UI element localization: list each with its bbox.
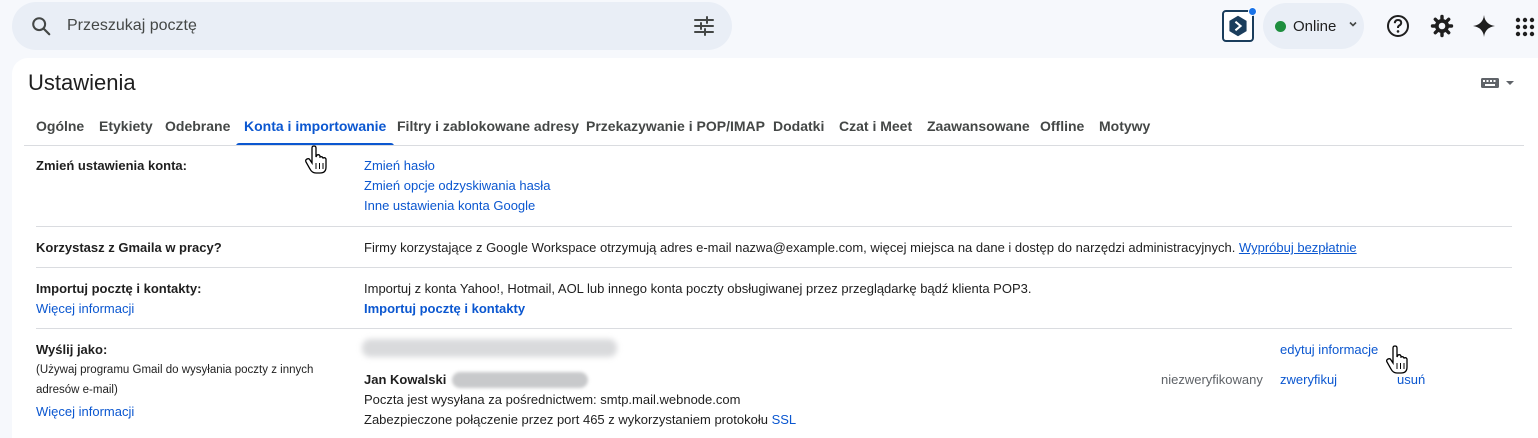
tab-offline[interactable]: Offline: [1040, 108, 1084, 146]
search-input[interactable]: Przeszukaj pocztę: [67, 17, 197, 35]
apps-grid-icon[interactable]: [1512, 12, 1536, 40]
google-account-settings-link[interactable]: Inne ustawienia konta Google: [364, 198, 535, 213]
filter-options-icon[interactable]: [692, 14, 716, 38]
tab-filtry[interactable]: Filtry i zablokowane adresy: [397, 108, 579, 146]
tab-odebrane[interactable]: Odebrane: [165, 108, 230, 146]
try-free-link[interactable]: Wypróbuj bezpłatnie: [1239, 240, 1357, 255]
gemini-sparkle-icon[interactable]: [1470, 12, 1498, 40]
smtp-info: Poczta jest wysyłana za pośrednictwem: s…: [364, 392, 741, 407]
send-as-description: (Używaj programu Gmail do wysyłania pocz…: [36, 364, 314, 396]
page-title: Ustawienia: [28, 70, 136, 95]
workspace-description: Firmy korzystające z Google Workspace ot…: [364, 240, 1357, 255]
import-label: Importuj pocztę i kontakty:: [36, 281, 202, 296]
search-icon[interactable]: [30, 15, 52, 37]
edit-info-link[interactable]: edytuj informacje: [1280, 342, 1378, 357]
hand-cursor-icon: [305, 145, 327, 174]
online-status-dot: [1275, 21, 1286, 32]
import-description: Importuj z konta Yahoo!, Hotmail, AOL lu…: [364, 281, 1032, 296]
status-selector[interactable]: Online: [1263, 3, 1364, 49]
import-more-info-link[interactable]: Więcej informacji: [36, 301, 134, 316]
extension-button[interactable]: [1222, 7, 1257, 42]
hand-cursor-icon: [1386, 345, 1408, 374]
settings-row-import: Importuj pocztę i kontakty: Więcej infor…: [36, 268, 1512, 329]
gear-icon[interactable]: [1428, 12, 1456, 40]
workspace-label: Korzystasz z Gmaila w pracy?: [36, 240, 222, 255]
tab-etykiety[interactable]: Etykiety: [99, 108, 153, 146]
keyboard-icon[interactable]: [1480, 76, 1516, 90]
settings-row-send-as: Wyślij jako: (Używaj programu Gmail do w…: [36, 329, 1512, 438]
settings-panel: Ustawienia Ogólne Etykiety Odebrane Kont…: [12, 58, 1538, 438]
secure-connection-info: Zabezpieczone połączenie przez port 465 …: [364, 412, 797, 427]
notification-dot: [1248, 7, 1257, 16]
tab-przekazywanie[interactable]: Przekazywanie i POP/IMAP: [586, 108, 765, 146]
verify-link[interactable]: zweryfikuj: [1280, 372, 1337, 387]
import-mail-contacts-link[interactable]: Importuj pocztę i kontakty: [364, 301, 525, 316]
status-label: Online: [1293, 18, 1337, 35]
tab-czat-i-meet[interactable]: Czat i Meet: [839, 108, 912, 146]
sender-name: Jan Kowalski: [364, 372, 447, 387]
tab-ogolne[interactable]: Ogólne: [36, 108, 84, 146]
redacted-primary-address: [362, 339, 617, 357]
tab-motywy[interactable]: Motywy: [1099, 108, 1150, 146]
help-icon[interactable]: [1384, 12, 1412, 40]
ssl-link[interactable]: SSL: [772, 412, 797, 427]
settings-row-workspace: Korzystasz z Gmaila w pracy? Firmy korzy…: [36, 227, 1512, 268]
send-as-label: Wyślij jako:: [36, 342, 108, 357]
chevron-down-icon: [1349, 21, 1357, 27]
search-bar[interactable]: Przeszukaj pocztę: [12, 2, 732, 50]
settings-row-account: Zmień ustawienia konta: Zmień hasło Zmie…: [36, 146, 1512, 227]
send-as-more-info-link[interactable]: Więcej informacji: [36, 404, 134, 419]
tab-zaawansowane[interactable]: Zaawansowane: [927, 108, 1030, 146]
tab-konta-i-importowanie[interactable]: Konta i importowanie: [235, 108, 395, 146]
redacted-sender-address: [452, 372, 588, 388]
account-settings-label: Zmień ustawienia konta:: [36, 158, 187, 173]
change-password-link[interactable]: Zmień hasło: [364, 158, 435, 173]
tab-dodatki[interactable]: Dodatki: [773, 108, 824, 146]
top-bar: Przeszukaj pocztę Online: [0, 0, 1538, 52]
unverified-status: niezweryfikowany: [1161, 372, 1263, 387]
recovery-options-link[interactable]: Zmień opcje odzyskiwania hasła: [364, 178, 550, 193]
extension-icon: [1229, 15, 1247, 37]
